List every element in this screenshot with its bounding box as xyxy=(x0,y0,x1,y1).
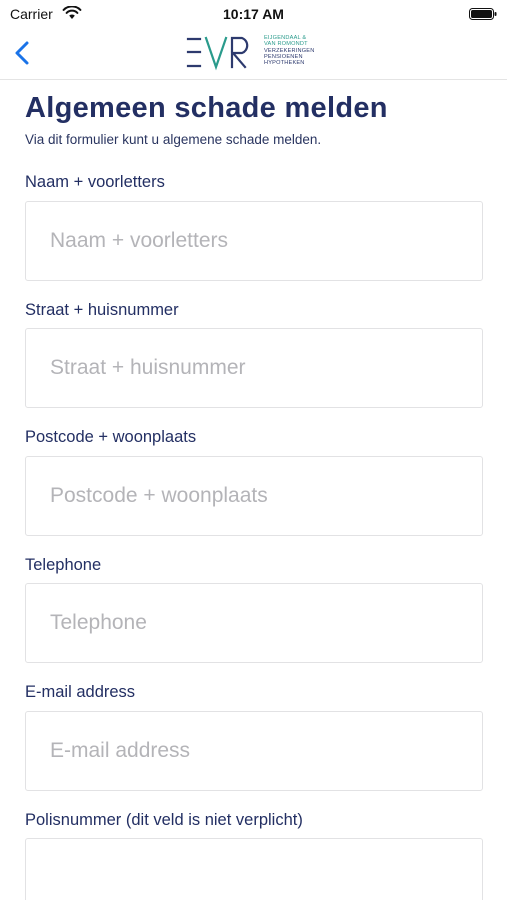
street-input[interactable] xyxy=(25,328,483,408)
evr-logo-mark xyxy=(186,36,249,71)
telephone-field-label: Telephone xyxy=(25,556,102,574)
status-bar: Carrier 10:17 AM xyxy=(0,0,507,28)
chevron-left-icon[interactable] xyxy=(12,40,34,66)
company-logo: EIJGENDAAL & VAN ROMONDT VERZEKERINGEN P… xyxy=(186,32,326,74)
navigation-bar: EIJGENDAAL & VAN ROMONDT VERZEKERINGEN P… xyxy=(0,28,507,80)
policy-number-field-label: Polisnummer (dit veld is niet verplicht) xyxy=(25,811,303,829)
battery-icon xyxy=(469,8,497,20)
form-header: Algemeen schade melden Via dit formulier… xyxy=(25,90,483,147)
street-field-label: Straat + huisnummer xyxy=(25,301,179,319)
logo-line: HYPOTHEKEN xyxy=(264,60,305,67)
telephone-input[interactable] xyxy=(25,583,483,663)
postcode-input[interactable] xyxy=(25,456,483,536)
logo-wordmark: EIJGENDAAL & VAN ROMONDT VERZEKERINGEN P… xyxy=(264,35,314,66)
page-title: Algemeen schade melden xyxy=(25,92,388,124)
email-input[interactable] xyxy=(25,711,483,791)
status-time: 10:17 AM xyxy=(223,6,284,22)
logo-line: VAN ROMONDT xyxy=(264,41,308,48)
name-input[interactable] xyxy=(25,201,483,281)
policy-number-input[interactable] xyxy=(25,838,483,900)
name-field-label: Naam + voorletters xyxy=(25,173,165,191)
page-subtitle: Via dit formulier kunt u algemene schade… xyxy=(25,132,322,147)
postcode-field-label: Postcode + woonplaats xyxy=(25,428,197,446)
logo-line: VERZEKERINGEN xyxy=(264,47,315,54)
email-field-label: E-mail address xyxy=(25,683,136,701)
